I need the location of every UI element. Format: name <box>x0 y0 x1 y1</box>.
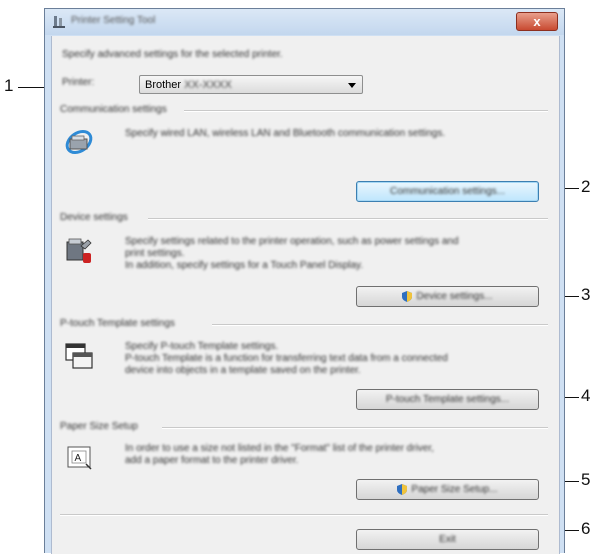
divider <box>162 427 548 429</box>
title-bar[interactable]: Printer Setting Tool x <box>45 9 564 35</box>
callout-6: 6 <box>581 519 591 538</box>
close-button[interactable]: x <box>516 12 558 31</box>
printer-setting-tool-window: Printer Setting Tool x Specify advanced … <box>44 8 565 554</box>
paper-size-icon: A <box>67 446 92 470</box>
device-settings-description: Specify settings related to the printer … <box>125 236 545 272</box>
uac-shield-icon <box>397 483 408 495</box>
divider <box>184 110 548 112</box>
divider <box>60 514 548 516</box>
device-settings-title: Device settings <box>60 212 128 223</box>
button-label: P-touch Template settings... <box>385 394 510 405</box>
ptouch-template-settings-title: P-touch Template settings <box>60 318 175 329</box>
button-label: Exit <box>439 534 456 545</box>
printer-select-value: Brother XX-XXXX <box>145 79 232 91</box>
chevron-down-icon[interactable] <box>348 83 356 88</box>
communication-settings-description: Specify wired LAN, wireless LAN and Blue… <box>125 128 545 140</box>
template-windows-icon <box>65 343 93 369</box>
exit-button[interactable]: Exit <box>356 529 539 550</box>
callout-3: 3 <box>581 285 591 304</box>
divider <box>212 324 548 326</box>
description-line: device into objects in a template saved … <box>125 365 361 376</box>
device-tools-icon <box>66 238 92 263</box>
description-line: Specify settings related to the printer … <box>125 236 459 247</box>
uac-shield-icon <box>402 290 413 302</box>
callout-2: 2 <box>581 177 591 196</box>
printer-tool-icon <box>53 16 65 28</box>
button-label: Device settings... <box>416 291 493 302</box>
paper-size-setup-description: In order to use a size not listed in the… <box>125 443 545 467</box>
button-label: Communication settings... <box>389 186 506 197</box>
description-line: print settings. <box>125 248 185 259</box>
callout-4: 4 <box>581 386 591 405</box>
description-line: Specify P-touch Template settings. <box>125 341 279 352</box>
description-line: Specify wired LAN, wireless LAN and Blue… <box>125 128 446 139</box>
printer-label: Printer: <box>62 77 95 88</box>
paper-size-setup-button[interactable]: Paper Size Setup... <box>356 479 539 500</box>
ptouch-template-settings-description: Specify P-touch Template settings. P-tou… <box>125 341 545 377</box>
description-line: In order to use a size not listed in the… <box>125 443 434 454</box>
description-line: add a paper format to the printer driver… <box>125 455 299 466</box>
communication-settings-button[interactable]: Communication settings... <box>356 181 539 202</box>
network-communication-icon <box>65 130 93 154</box>
window-description: Specify advanced settings for the select… <box>62 49 283 60</box>
divider <box>148 218 548 220</box>
window-client-area: Specify advanced settings for the select… <box>51 36 560 554</box>
printer-model: XX-XXXX <box>184 79 232 91</box>
communication-settings-title: Communication settings <box>60 104 167 115</box>
printer-brand: Brother <box>145 79 182 91</box>
description-line: In addition, specify settings for a Touc… <box>125 260 364 271</box>
svg-text:A: A <box>75 453 82 464</box>
callout-1: 1 <box>4 76 14 95</box>
description-line: P-touch Template is a function for trans… <box>125 353 448 364</box>
printer-select[interactable]: Brother XX-XXXX <box>139 75 363 94</box>
ptouch-template-settings-button[interactable]: P-touch Template settings... <box>356 389 539 410</box>
window-title: Printer Setting Tool <box>71 15 156 26</box>
callout-5: 5 <box>581 470 591 489</box>
button-label: Paper Size Setup... <box>411 484 498 495</box>
paper-size-setup-title: Paper Size Setup <box>60 421 138 432</box>
device-settings-button[interactable]: Device settings... <box>356 286 539 307</box>
